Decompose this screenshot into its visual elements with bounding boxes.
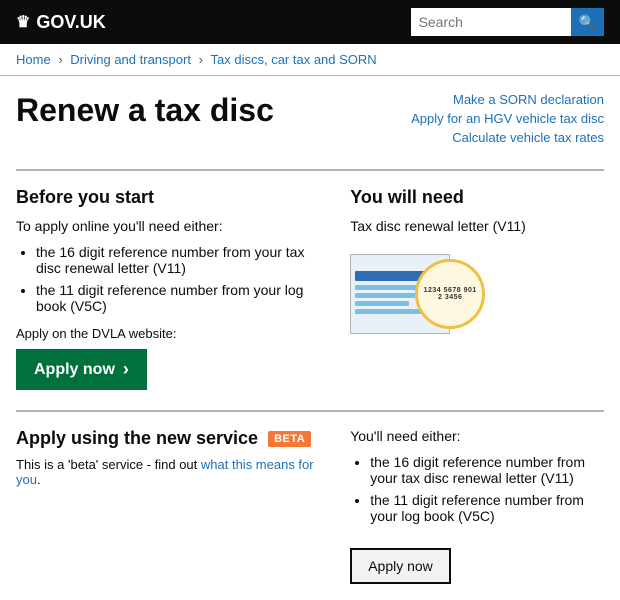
beta-section: Apply using the new service BETA This is… [16, 428, 604, 584]
apply-now-label: Apply now [34, 361, 115, 379]
related-links: Make a SORN declaration Apply for an HGV… [384, 92, 604, 149]
beta-right-list: the 16 digit reference number from your … [370, 454, 604, 524]
related-link-sorn[interactable]: Make a SORN declaration [384, 92, 604, 107]
beta-section-divider [16, 410, 604, 412]
disc-line-3 [355, 301, 409, 306]
before-start-col: Before you start To apply online you'll … [16, 187, 326, 390]
beta-right-intro: You'll need either: [350, 428, 604, 444]
crown-icon: ♛ [16, 12, 30, 32]
apply-now-button-main[interactable]: Apply now › [16, 349, 147, 390]
apply-now-button-beta[interactable]: Apply now [350, 548, 451, 584]
logo-text: GOV.UK [36, 12, 105, 33]
beta-desc-text: This is a 'beta' service - find out [16, 457, 197, 472]
breadcrumb-home[interactable]: Home [16, 52, 51, 67]
breadcrumb: Home › Driving and transport › Tax discs… [0, 44, 620, 76]
section-divider-top [16, 169, 604, 171]
list-item-v5c: the 11 digit reference number from your … [36, 282, 326, 314]
beta-right-col: You'll need either: the 16 digit referen… [350, 428, 604, 584]
site-header: ♛ GOV.UK 🔍 [0, 0, 620, 44]
beta-left-col: Apply using the new service BETA This is… [16, 428, 326, 584]
list-item-v11: the 16 digit reference number from your … [36, 244, 326, 276]
breadcrumb-sep-1: › [58, 52, 66, 67]
gov-logo: ♛ GOV.UK [16, 12, 106, 33]
beta-description: This is a 'beta' service - find out what… [16, 457, 326, 487]
beta-heading: Apply using the new service [16, 428, 258, 449]
search-button[interactable]: 🔍 [571, 8, 604, 36]
related-link-rates[interactable]: Calculate vehicle tax rates [384, 130, 604, 145]
before-start-list: the 16 digit reference number from your … [36, 244, 326, 314]
dvla-label: Apply on the DVLA website: [16, 326, 326, 341]
breadcrumb-taxdiscs[interactable]: Tax discs, car tax and SORN [211, 52, 377, 67]
search-form: 🔍 [411, 8, 604, 36]
title-section: Renew a tax disc Make a SORN declaration… [16, 92, 604, 149]
related-link-hgv[interactable]: Apply for an HGV vehicle tax disc [384, 111, 604, 126]
main-two-col: Before you start To apply online you'll … [16, 187, 604, 390]
disc-number: 1234 5678 9012 3456 [422, 287, 478, 301]
you-will-need-text: Tax disc renewal letter (V11) [350, 218, 604, 234]
beta-badge: BETA [268, 431, 311, 447]
disc-circle: 1234 5678 9012 3456 [415, 259, 485, 329]
page-title: Renew a tax disc [16, 92, 274, 149]
before-start-heading: Before you start [16, 187, 326, 208]
apply-arrow-icon: › [123, 359, 129, 380]
beta-header: Apply using the new service BETA [16, 428, 326, 449]
beta-list-item-v5c: the 11 digit reference number from your … [370, 492, 604, 524]
breadcrumb-sep-2: › [199, 52, 207, 67]
you-will-need-heading: You will need [350, 187, 604, 208]
main-content: Renew a tax disc Make a SORN declaration… [0, 76, 620, 600]
you-will-need-col: You will need Tax disc renewal letter (V… [350, 187, 604, 390]
breadcrumb-driving[interactable]: Driving and transport [70, 52, 191, 67]
search-input[interactable] [411, 8, 571, 36]
tax-disc-image: 1234 5678 9012 3456 [350, 244, 510, 354]
apply-now-beta-label: Apply now [368, 558, 433, 574]
before-start-intro: To apply online you'll need either: [16, 218, 326, 234]
beta-list-item-v11: the 16 digit reference number from your … [370, 454, 604, 486]
